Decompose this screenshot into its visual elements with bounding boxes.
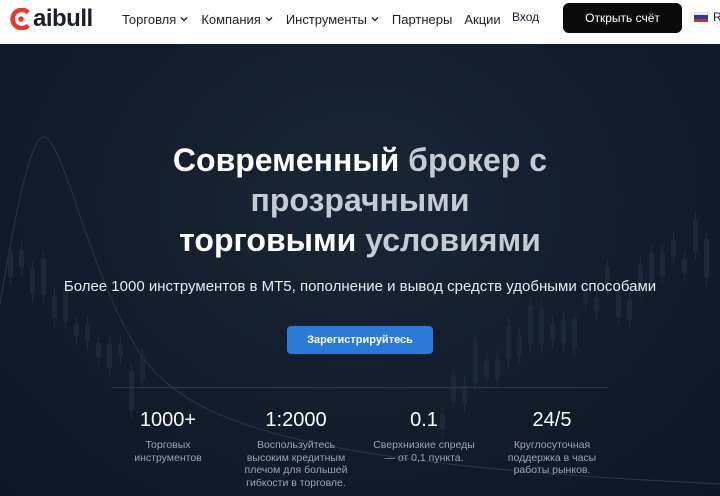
candle-body [594,297,599,311]
site-header: aibull Торговля Компания Инструменты Пар… [0,0,720,44]
candle-body [572,317,577,348]
nav-item-trading[interactable]: Торговля [122,12,189,27]
candle-body [96,342,101,358]
stat-desc-line: Круглосуточная [513,439,591,451]
candle-body [85,324,90,342]
candle-body [118,344,123,356]
nav-item-instruments[interactable]: Инструменты [286,12,380,27]
candle-body [550,322,555,341]
stat-desc: Сверхнизкие спреды — от 0,1 пункта. [354,439,494,464]
candle-body [140,355,145,380]
candle-body [561,320,566,343]
candle-body [52,296,57,319]
nav-item-label: Инструменты [285,11,367,27]
hero-subtitle: Более 1000 инструментов в MT5, пополнени… [63,278,657,295]
stat-support: 24/5 Круглосуточная поддержка в часы раб… [482,408,622,477]
candle-body [682,258,687,273]
candle-body [129,370,134,411]
nav-item-label: Компания [201,11,261,27]
stat-desc: Круглосуточная поддержка в часы работы р… [482,439,622,477]
chevron-down-icon [265,17,273,22]
nav-item-partners[interactable]: Партнеры [392,12,452,27]
hero-title-line3-b: условиями [356,222,541,258]
candle-body [74,323,79,336]
nav-item-company[interactable]: Компания [201,12,274,27]
stat-leverage: 1:2000 Воспользуйтесь высоким кредитным … [226,408,366,489]
stat-desc-line: Сверхнизкие спреды [373,439,475,451]
stat-instruments: 1000+ Торговых инструментов [98,408,238,464]
stat-desc-line: плечом для большей [244,464,348,476]
stats-divider [112,387,608,388]
stat-desc: Торговых инструментов [98,439,238,464]
main-nav: Торговля Компания Инструменты Партнеры А… [122,0,501,38]
chevron-down-icon [180,17,188,22]
stat-desc-line: поддержка в часы [507,451,597,464]
stat-desc-line: Торговых [145,439,191,451]
nav-item-label: Партнеры [391,11,453,27]
candle-body [506,325,511,359]
candle-body [484,361,489,379]
candle-body [627,299,632,320]
russia-flag-icon[interactable] [694,12,708,22]
hero-title-line1-a: Современный [172,142,400,178]
candle-body [451,375,456,402]
logo[interactable]: aibull [10,4,93,34]
logo-text: aibull [33,5,93,32]
hero-title: Современный брокер с прозрачными торговы… [0,140,720,260]
stat-value: 24/5 [532,409,572,431]
hero-title-line1-b: брокер с [399,142,548,178]
stat-spreads: 0.1 Сверхнизкие спреды — от 0,1 пункта. [354,408,494,464]
candle-body [528,306,533,345]
chevron-down-icon [371,17,379,22]
open-account-button[interactable]: Открыть счёт [563,3,682,33]
stat-value: 0.1 [410,409,438,431]
stat-value: 1000+ [139,409,197,431]
candle-body [495,358,500,379]
stat-desc-line: Воспользуйтесь [256,439,336,451]
candle-body [539,308,544,345]
language-label[interactable]: R [713,10,720,24]
nav-item-label: Акции [464,11,501,27]
nav-item-label: Торговля [122,11,177,27]
hero-title-line3-a: торговыми [179,222,357,258]
candle-body [473,342,478,383]
stat-desc: Воспользуйтесь высоким кредитным плечом … [226,439,366,489]
nav-item-promotions[interactable]: Акции [464,12,500,27]
login-link[interactable]: Вход [512,10,539,24]
stat-desc-line: гибкости в торговле. [246,476,346,489]
hero-section: Современный брокер с прозрачными торговы… [0,44,720,496]
candle-body [107,343,112,368]
candle-body [517,335,522,356]
hero-title-line2: прозрачными [250,182,470,218]
register-button[interactable]: Зарегистрируйтесь [287,326,433,354]
stat-desc-line: — от 0,1 пункта. [384,451,464,464]
stat-desc-line: инструментов [134,451,202,464]
stat-desc-line: высоким кредитным [246,451,346,464]
stat-desc-line: работы рынков. [513,464,591,476]
logo-mark-icon [10,8,30,30]
stat-value: 1:2000 [265,409,327,431]
